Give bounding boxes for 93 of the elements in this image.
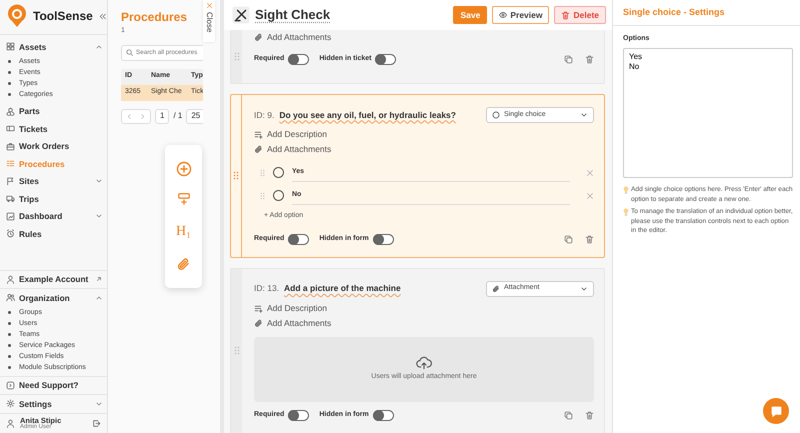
chart-icon [6,212,15,221]
nav-item[interactable]: Sites [0,172,107,190]
add-description-link[interactable]: Add Description [254,300,594,316]
paperclip-icon [254,318,263,328]
attachment-button[interactable] [176,257,191,272]
eye-icon [499,11,508,19]
grid-icon [6,42,15,52]
copy-icon[interactable] [564,235,573,244]
toggle-switch[interactable] [288,234,310,245]
close-tab[interactable]: Close [203,0,215,42]
toggle-switch[interactable] [372,234,394,245]
drag-handle-icon[interactable] [260,192,265,200]
copy-icon[interactable] [564,54,573,64]
question-id: ID: 13. [254,282,280,295]
lightbulb-icon [623,208,629,216]
nav-item[interactable]: Tickets [0,120,107,138]
drag-handle-icon[interactable] [234,52,240,61]
copy-icon[interactable] [564,411,573,420]
collapse-icon[interactable] [98,12,107,20]
question-id: ID: 9. [254,108,274,122]
nav-item[interactable]: Dashboard [0,208,107,225]
question-title[interactable]: Do you see any oil, fuel, or hydraulic leaks? [279,108,481,122]
settings-title: Single choice - Settings [613,0,800,26]
toggle-switch[interactable] [372,410,394,421]
person-icon [6,274,15,284]
alarm-clock-icon [6,229,15,238]
nav-item[interactable]: Settings [0,395,107,412]
nav-item[interactable]: Need Support? [0,376,107,394]
delete-button[interactable]: Delete [554,6,606,24]
trash-icon [561,10,570,20]
field-plus-icon [176,192,190,206]
brand-name: ToolSense [33,8,93,25]
paperclip-icon [176,257,191,272]
external-link-icon[interactable] [95,275,103,284]
text-plus-icon [254,304,263,312]
toggle-switch[interactable] [375,54,396,64]
truck-icon [6,194,15,204]
nav-item[interactable]: Work Orders [0,138,107,155]
text-plus-icon [254,130,263,139]
paperclip-icon [254,145,263,154]
procedure-title[interactable]: Sight Check [255,5,448,25]
search-icon [126,49,133,56]
add-description-link[interactable]: Add Description [254,127,594,142]
question-title[interactable]: Add a picture of the machine [284,282,481,295]
add-button[interactable] [176,160,192,177]
add-attachments-link[interactable]: Add Attachments [254,30,594,45]
nav-item[interactable]: Organization [0,289,107,306]
paperclip-icon [254,33,263,42]
radio-button[interactable] [273,190,284,201]
add-attachments-link[interactable]: Add Attachments [254,316,594,330]
page-field[interactable]: 1 [155,108,170,124]
lightbulb-icon [623,186,629,194]
nav-item[interactable]: Example Account [0,270,107,288]
flag-icon [6,176,15,186]
preview-button[interactable]: Preview [492,6,550,24]
add-field-button[interactable] [176,192,190,206]
drag-handle-icon[interactable] [234,346,240,355]
briefcase-icon [6,142,15,151]
logout-icon[interactable] [92,418,101,428]
trash-icon[interactable] [585,54,594,64]
page-size-select[interactable]: 25 [186,108,203,124]
gear-icon [6,399,15,408]
remove-icon[interactable] [586,192,594,200]
tools-icon [232,6,250,24]
drag-handle-icon[interactable] [260,168,265,176]
cloud-upload-icon [416,356,432,370]
drag-handle-icon[interactable] [233,171,239,180]
close-icon[interactable] [206,2,212,9]
people-icon [6,293,15,302]
boxes-icon [6,106,15,116]
page-total: / 1 [173,110,182,122]
nav-item[interactable]: Rules [0,225,107,242]
radio-icon [492,111,500,119]
nav-item[interactable]: Parts [0,102,107,120]
options-field[interactable]: Yes No [623,48,793,178]
page-title: Procedures [121,9,188,26]
toggle-switch[interactable] [288,54,310,64]
nav-item[interactable]: Trips [0,190,107,208]
person-icon [6,418,15,428]
list-icon [6,159,15,168]
trash-icon[interactable] [585,411,594,420]
location-pin-icon [6,4,28,28]
caret-icon[interactable] [580,111,588,119]
toggle-switch[interactable] [288,410,310,421]
paperclip-icon [492,284,500,292]
nav-item[interactable]: Assets [0,38,107,56]
plus-circle-icon [176,160,192,177]
trash-icon[interactable] [585,235,594,244]
ticket-icon [6,124,15,134]
remove-icon[interactable] [586,168,594,176]
radio-button[interactable] [273,167,284,178]
add-attachments-link[interactable]: Add Attachments [254,142,594,157]
chat-bubble-icon [770,404,782,418]
